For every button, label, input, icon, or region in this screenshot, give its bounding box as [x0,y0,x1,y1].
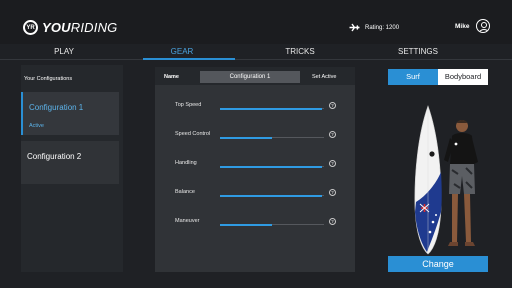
name-label: Name [164,74,179,80]
stat-fill [220,194,322,197]
stat-fill [220,107,322,110]
tab-settings[interactable]: SETTINGS [378,47,458,56]
info-icon[interactable]: ? [329,189,336,196]
app-logo: YR YOURIDING [23,20,117,35]
board-type-toggle: Surf Bodyboard [388,69,488,85]
stat-label: Speed Control [175,131,211,137]
stat-row-maneuver: Maneuver ? [155,218,355,230]
logo-mark-icon: YR [23,20,38,35]
info-icon[interactable]: ? [329,160,336,167]
configurations-heading: Your Configurations [24,76,73,82]
stat-bar [220,223,324,226]
tab-gear[interactable]: GEAR [142,47,222,56]
stat-label: Maneuver [175,218,200,224]
configurations-panel: Your Configurations Configuration 1 Acti… [21,65,123,272]
rating: Rating: 1200 [349,23,399,32]
surfboard-image [414,105,442,255]
configuration-item-1[interactable]: Configuration 1 Active [21,92,119,135]
active-tab-indicator [143,58,235,60]
configuration-item-2[interactable]: Configuration 2 [21,141,119,184]
tab-divider [0,59,512,60]
bodyboard-option[interactable]: Bodyboard [438,69,488,85]
top-bar: YR YOURIDING Rating: 1200 Mike [0,0,512,44]
editor-header: Name Configuration 1 Set Active [155,67,355,85]
stat-fill [220,223,272,226]
stat-row-top-speed: Top Speed ? [155,102,355,114]
main-tabs: PLAY GEAR TRICKS SETTINGS [0,44,512,59]
stat-bar [220,194,324,197]
user-profile[interactable]: Mike [455,19,491,33]
configuration-editor: Name Configuration 1 Set Active Top Spee… [155,67,355,272]
configuration-status: Active [29,123,44,129]
stat-bar [220,107,324,110]
change-board-button[interactable]: Change [388,256,488,272]
stat-label: Handling [175,160,197,166]
configuration-name-field[interactable]: Configuration 1 [200,71,300,83]
stat-row-speed-control: Speed Control ? [155,131,355,143]
stat-fill [220,165,322,168]
info-icon[interactable]: ? [329,218,336,225]
surf-option[interactable]: Surf [388,69,438,85]
tab-tricks[interactable]: TRICKS [260,47,340,56]
stat-row-balance: Balance ? [155,189,355,201]
tab-play[interactable]: PLAY [24,47,104,56]
rating-label: Rating: 1200 [365,24,400,31]
logo-text-light: RIDING [70,20,118,35]
airplane-icon [349,23,360,32]
stat-row-handling: Handling ? [155,160,355,172]
logo-text: YOURIDING [42,20,117,35]
surfer-character [444,120,478,246]
stat-label: Top Speed [175,102,202,108]
set-active-button[interactable]: Set Active [312,74,336,80]
username: Mike [455,22,470,30]
stat-label: Balance [175,189,195,195]
configuration-name: Configuration 1 [29,103,84,112]
stat-bar [220,136,324,139]
stat-bar [220,165,324,168]
avatar-icon[interactable] [476,19,491,33]
surfer-preview [414,105,478,255]
logo-text-bold: YOU [42,20,71,35]
info-icon[interactable]: ? [329,102,336,109]
configuration-name: Configuration 2 [27,152,82,161]
info-icon[interactable]: ? [329,131,336,138]
stat-fill [220,136,272,139]
